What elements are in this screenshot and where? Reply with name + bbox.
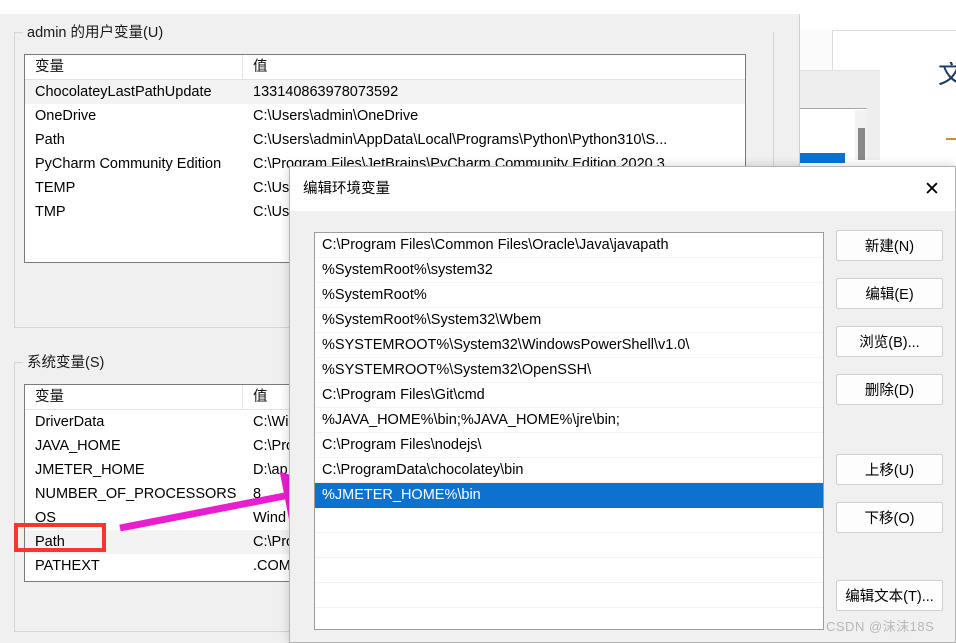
edit-environment-variable-dialog: 编辑环境变量 ✕ C:\Program Files\Common Files\O… [289, 166, 956, 643]
user-table-header: 变量 值 [25, 55, 745, 80]
move-up-button[interactable]: 上移(U) [836, 454, 943, 485]
cell-variable: DriverData [35, 414, 105, 430]
dialog-title-text: 编辑环境变量 [303, 181, 390, 197]
list-item-empty[interactable] [315, 533, 823, 558]
cell-variable: PATHEXT [35, 558, 100, 574]
cell-variable: ChocolateyLastPathUpdate [35, 84, 212, 100]
table-row[interactable]: ChocolateyLastPathUpdate 133140863978073… [25, 80, 745, 104]
system-variables-legend: 系统变量(S) [23, 351, 110, 372]
cell-variable: Path [35, 132, 65, 148]
background-partial-glyph: 文 [938, 62, 956, 88]
list-item[interactable]: %SystemRoot%\system32 [315, 258, 823, 283]
cell-variable: OneDrive [35, 108, 97, 124]
list-item-empty[interactable] [315, 608, 823, 629]
cell-variable: JMETER_HOME [35, 462, 145, 478]
delete-button[interactable]: 删除(D) [836, 374, 943, 405]
list-item-empty[interactable] [315, 558, 823, 583]
screenshot-root: 文 admin 的用户变量(U) 变量 值 ChocolateyLastPath… [0, 0, 956, 643]
new-button[interactable]: 新建(N) [836, 230, 943, 261]
table-row[interactable]: OneDrive C:\Users\admin\OneDrive [25, 104, 745, 128]
user-col-value[interactable]: 值 [243, 55, 745, 80]
list-item[interactable]: C:\Program Files\Git\cmd [315, 383, 823, 408]
cell-variable: NUMBER_OF_PROCESSORS [35, 486, 237, 502]
dialog-title-bar: 编辑环境变量 ✕ [290, 167, 955, 211]
user-variables-legend: admin 的用户变量(U) [23, 21, 169, 42]
cell-value: C:\Users\admin\AppData\Local\Programs\Py… [253, 132, 668, 148]
list-item-empty[interactable] [315, 583, 823, 608]
close-icon[interactable]: ✕ [909, 167, 955, 211]
system-col-variable[interactable]: 变量 [25, 385, 243, 410]
edit-button[interactable]: 编辑(E) [836, 278, 943, 309]
list-item[interactable]: %SystemRoot% [315, 283, 823, 308]
user-col-variable[interactable]: 变量 [25, 55, 243, 80]
background-scrollbar-thumb[interactable] [858, 128, 865, 160]
cell-variable: TEMP [35, 180, 76, 196]
path-entries-list[interactable]: C:\Program Files\Common Files\Oracle\Jav… [314, 232, 824, 630]
cell-variable: PyCharm Community Edition [35, 156, 222, 172]
list-item[interactable]: C:\Program Files\nodejs\ [315, 433, 823, 458]
group-legend-rule-left [15, 362, 23, 363]
cell-variable: JAVA_HOME [35, 438, 121, 454]
window-top-strip [0, 0, 800, 14]
cell-variable: OS [35, 510, 56, 526]
browse-button[interactable]: 浏览(B)... [836, 326, 943, 357]
list-item-empty[interactable] [315, 508, 823, 533]
cell-value: 133140863978073592 [253, 84, 399, 100]
group-legend-rule-left [15, 32, 23, 33]
cell-variable: TMP [35, 204, 66, 220]
list-item[interactable]: %SystemRoot%\System32\Wbem [315, 308, 823, 333]
list-item[interactable]: C:\Program Files\Common Files\Oracle\Jav… [315, 233, 823, 258]
edit-text-button[interactable]: 编辑文本(T)... [836, 580, 943, 611]
cell-variable: Path [35, 534, 65, 550]
cell-value: C:\Users\admin\OneDrive [253, 108, 419, 124]
list-item[interactable]: %SYSTEMROOT%\System32\OpenSSH\ [315, 358, 823, 383]
list-item[interactable]: %JAVA_HOME%\bin;%JAVA_HOME%\jre\bin; [315, 408, 823, 433]
table-row[interactable]: Path C:\Users\admin\AppData\Local\Progra… [25, 128, 745, 152]
list-item[interactable]: C:\ProgramData\chocolatey\bin [315, 458, 823, 483]
watermark: CSDN @沫沫18S [826, 619, 935, 634]
list-item-selected[interactable]: %JMETER_HOME%\bin [315, 483, 823, 508]
move-down-button[interactable]: 下移(O) [836, 502, 943, 533]
background-underline [946, 138, 956, 140]
list-item[interactable]: %SYSTEMROOT%\System32\WindowsPowerShell\… [315, 333, 823, 358]
